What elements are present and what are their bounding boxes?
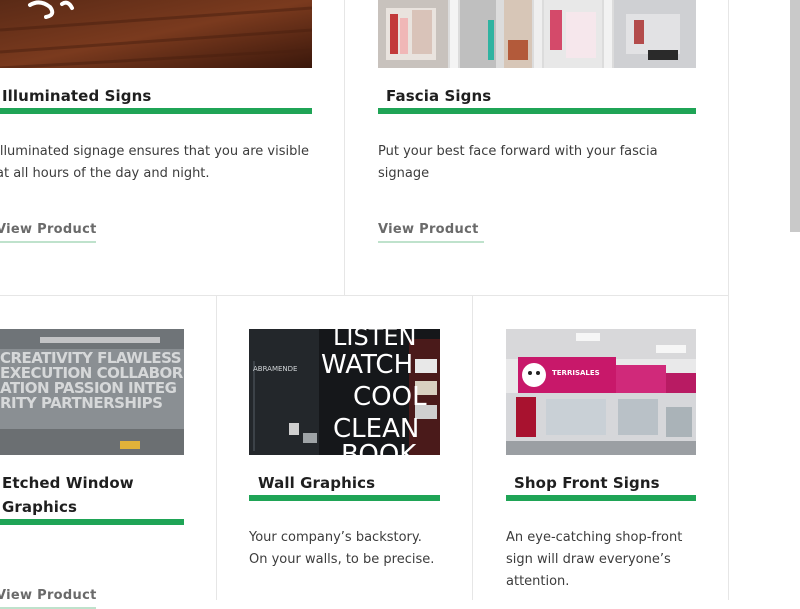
- shop-sign-text: TERRISALES: [552, 369, 600, 377]
- page-scrollbar-thumb[interactable]: [790, 0, 800, 232]
- wall-word-3: COOL: [353, 382, 427, 412]
- view-product-link[interactable]: View Product: [0, 222, 96, 243]
- product-title[interactable]: Fascia Signs: [386, 84, 686, 108]
- product-title[interactable]: Shop Front Signs: [514, 471, 694, 495]
- etched-window-text: CREATIVITY FLAWLESS EXECUTION COLLABORAT…: [0, 351, 183, 412]
- grid-divider-vertical-bottom-2: [472, 296, 473, 600]
- title-underline: [0, 108, 312, 114]
- wall-brand-text: ABRAMENDE: [253, 365, 297, 373]
- grid-divider-vertical-top: [344, 0, 345, 296]
- product-title[interactable]: Illuminated Signs: [2, 84, 302, 108]
- grid-divider-vertical-bottom-3: [728, 296, 729, 600]
- title-underline: [249, 495, 440, 501]
- grid-divider-vertical-bottom-1: [216, 296, 217, 600]
- product-description: Your company’s backstory. On your walls,…: [249, 530, 435, 567]
- title-underline: [506, 495, 696, 501]
- fascia-signs-image[interactable]: [378, 0, 696, 68]
- grid-divider-horizontal: [0, 295, 729, 296]
- product-description: Illuminated signage ensures that you are…: [0, 144, 309, 181]
- wall-graphics-image[interactable]: ABRAMENDE LISTEN WATCH COOL CLEAN BOOK: [249, 329, 440, 455]
- product-title[interactable]: Wall Graphics: [258, 471, 438, 495]
- product-title[interactable]: Etched Window Graphics: [2, 471, 182, 519]
- illuminated-signs-image[interactable]: [0, 0, 312, 68]
- title-underline: [0, 519, 184, 525]
- product-description: An eye-catching shop-front sign will dra…: [506, 530, 683, 589]
- wall-word-5: BOOK: [341, 440, 417, 455]
- grid-divider-vertical-right-top: [728, 0, 729, 296]
- title-underline: [378, 108, 696, 114]
- wall-word-2: WATCH: [321, 350, 413, 380]
- shop-front-signs-image[interactable]: TERRISALES: [506, 329, 696, 455]
- wall-word-1: LISTEN: [333, 329, 416, 351]
- product-description: Put your best face forward with your fas…: [378, 144, 658, 181]
- view-product-link[interactable]: View Product: [378, 222, 484, 243]
- etched-window-graphics-image[interactable]: CREATIVITY FLAWLESS EXECUTION COLLABORAT…: [0, 329, 184, 455]
- view-product-link[interactable]: View Product: [0, 588, 96, 609]
